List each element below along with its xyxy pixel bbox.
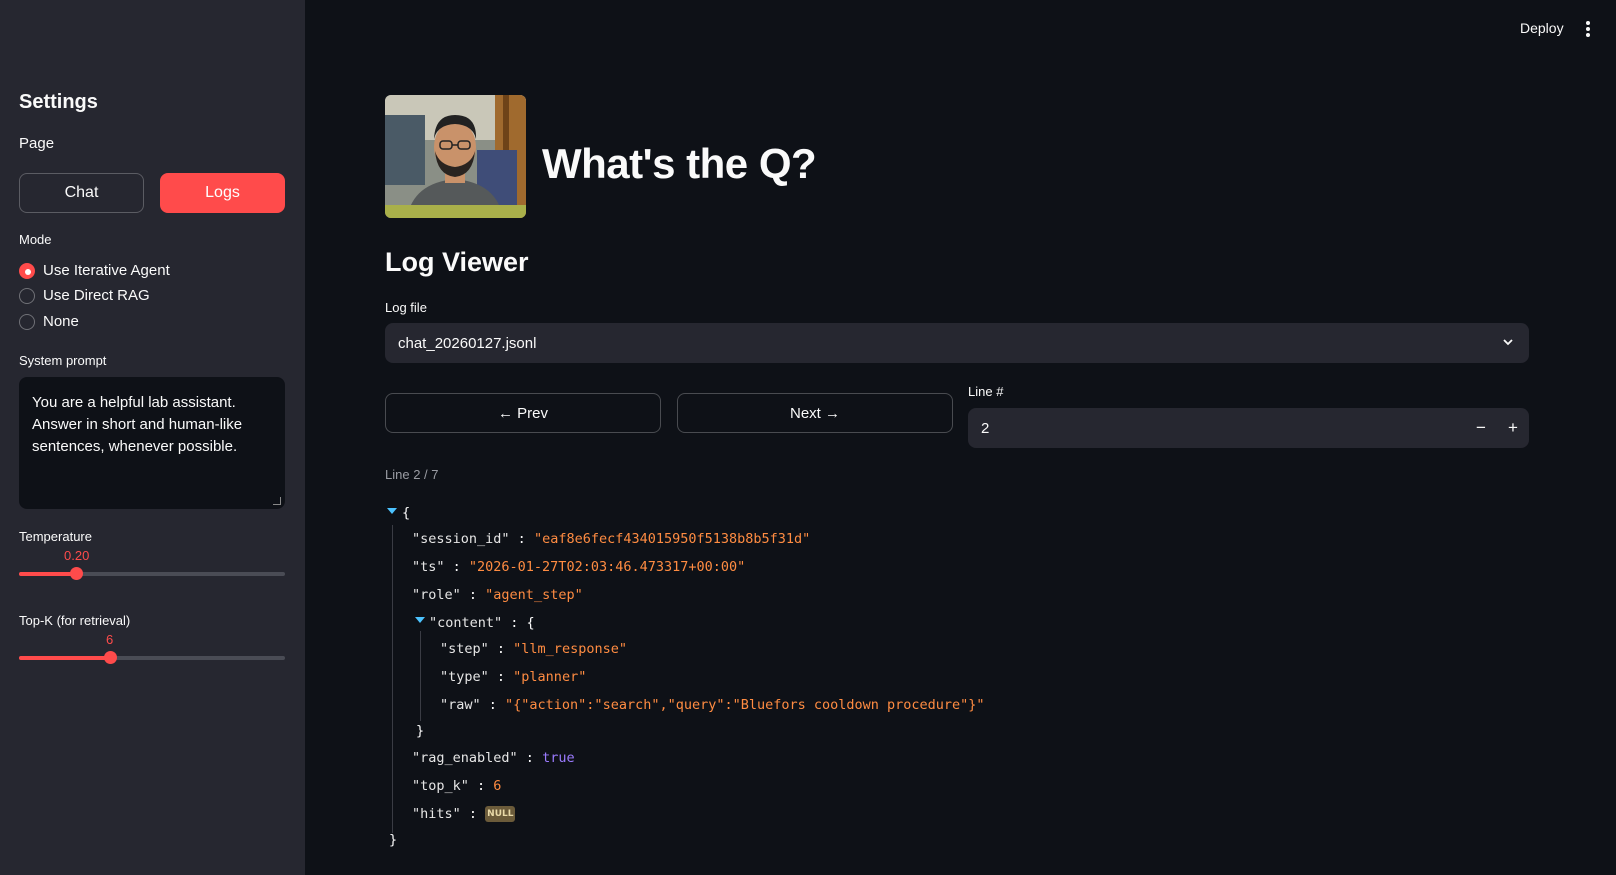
- json-row-content: "content" : {: [429, 615, 535, 631]
- radio-selected-icon: [19, 262, 35, 279]
- json-string-value: "2026-01-27T02:03:46.473317+00:00": [468, 559, 746, 575]
- json-row-rag-enabled: "rag_enabled" : true: [412, 750, 575, 766]
- json-boolean-value: true: [542, 750, 575, 766]
- kebab-menu-icon[interactable]: [1585, 21, 1591, 37]
- mode-option-label: Use Direct RAG: [43, 287, 150, 304]
- mode-option-none[interactable]: None: [19, 313, 79, 330]
- system-prompt-textarea[interactable]: You are a helpful lab assistant. Answer …: [19, 377, 285, 509]
- topk-value: 6: [106, 632, 114, 647]
- log-file-label: Log file: [385, 300, 427, 315]
- json-string-value: "planner": [513, 669, 587, 685]
- json-row-type: "type" : "planner": [440, 669, 587, 685]
- temperature-slider-fill: [19, 572, 76, 576]
- deploy-button[interactable]: Deploy: [1520, 20, 1564, 36]
- json-open-brace: {: [526, 615, 535, 631]
- temperature-label: Temperature: [19, 529, 92, 544]
- radio-unselected-icon: [19, 313, 35, 330]
- system-prompt-text: You are a helpful lab assistant. Answer …: [32, 394, 243, 455]
- logs-page-button[interactable]: Logs: [160, 173, 285, 213]
- json-key: "rag_enabled": [412, 750, 518, 766]
- sidebar: Settings Page Chat Logs Mode Use Iterati…: [0, 0, 305, 875]
- topk-slider-fill: [19, 656, 110, 660]
- chat-page-button[interactable]: Chat: [19, 173, 144, 213]
- avatar-image: [385, 95, 526, 218]
- json-string-value: "eaf8e6fecf434015950f5138b8b5f31d": [533, 531, 811, 547]
- indent-guide: [392, 525, 393, 833]
- page-label: Page: [19, 135, 55, 152]
- line-caption: Line 2 / 7: [385, 467, 439, 482]
- json-key: "top_k": [412, 778, 469, 794]
- json-row-role: "role" : "agent_step": [412, 587, 583, 603]
- mode-option-direct-rag[interactable]: Use Direct RAG: [19, 287, 150, 304]
- mode-option-iterative-agent[interactable]: Use Iterative Agent: [19, 262, 170, 279]
- json-key: "content": [429, 615, 503, 631]
- temperature-slider[interactable]: [19, 567, 285, 580]
- json-row-top-k: "top_k" : 6: [412, 778, 502, 794]
- indent-guide: [420, 631, 421, 721]
- line-number-input[interactable]: 2 − +: [968, 408, 1529, 448]
- json-string-value: "agent_step": [485, 587, 583, 603]
- json-key: "ts": [412, 559, 445, 575]
- chevron-down-icon: [1503, 339, 1513, 346]
- next-button[interactable]: Next →: [677, 393, 953, 433]
- log-file-select[interactable]: chat_20260127.jsonl: [385, 323, 1529, 363]
- increment-button[interactable]: +: [1497, 408, 1529, 448]
- json-key: "raw": [440, 697, 481, 713]
- json-null-badge: NULL: [485, 806, 516, 822]
- topk-label: Top-K (for retrieval): [19, 613, 131, 628]
- json-close-brace: }: [389, 832, 398, 848]
- json-key: "session_id": [412, 531, 510, 547]
- topk-slider-thumb[interactable]: [104, 651, 117, 664]
- json-key: "type": [440, 669, 489, 685]
- json-string-value: "llm_response": [513, 641, 627, 657]
- sidebar-title: Settings: [19, 91, 98, 113]
- json-row-ts: "ts" : "2026-01-27T02:03:46.473317+00:00…: [412, 559, 746, 575]
- json-close-brace: }: [416, 723, 425, 739]
- section-title: Log Viewer: [385, 247, 529, 277]
- json-string-value: "{"action":"search","query":"Bluefors co…: [505, 697, 985, 713]
- system-prompt-label: System prompt: [19, 353, 107, 368]
- line-number-value: 2: [981, 419, 990, 437]
- resize-grip-icon[interactable]: [273, 497, 281, 505]
- mode-option-label: None: [43, 313, 79, 330]
- line-number-label: Line #: [968, 384, 1004, 399]
- json-row-hits: "hits" : NULL: [412, 806, 516, 822]
- json-key: "hits": [412, 806, 461, 822]
- json-number-value: 6: [493, 778, 502, 794]
- json-row-raw: "raw" : "{"action":"search","query":"Blu…: [440, 697, 985, 713]
- mode-label: Mode: [19, 232, 52, 247]
- log-file-value: chat_20260127.jsonl: [398, 334, 537, 352]
- json-row-session-id: "session_id" : "eaf8e6fecf434015950f5138…: [412, 531, 811, 547]
- json-key: "step": [440, 641, 489, 657]
- json-row-step: "step" : "llm_response": [440, 641, 627, 657]
- temperature-slider-thumb[interactable]: [70, 567, 83, 580]
- collapse-toggle-icon[interactable]: [387, 508, 397, 514]
- collapse-toggle-icon[interactable]: [415, 617, 425, 623]
- radio-unselected-icon: [19, 287, 35, 304]
- json-open-brace: {: [402, 505, 411, 521]
- mode-option-label: Use Iterative Agent: [43, 262, 170, 279]
- decrement-button[interactable]: −: [1465, 408, 1497, 448]
- json-key: "role": [412, 587, 461, 603]
- app-title: What's the Q?: [542, 140, 817, 187]
- topk-slider[interactable]: [19, 651, 285, 664]
- prev-button[interactable]: ← Prev: [385, 393, 661, 433]
- temperature-value: 0.20: [64, 548, 90, 563]
